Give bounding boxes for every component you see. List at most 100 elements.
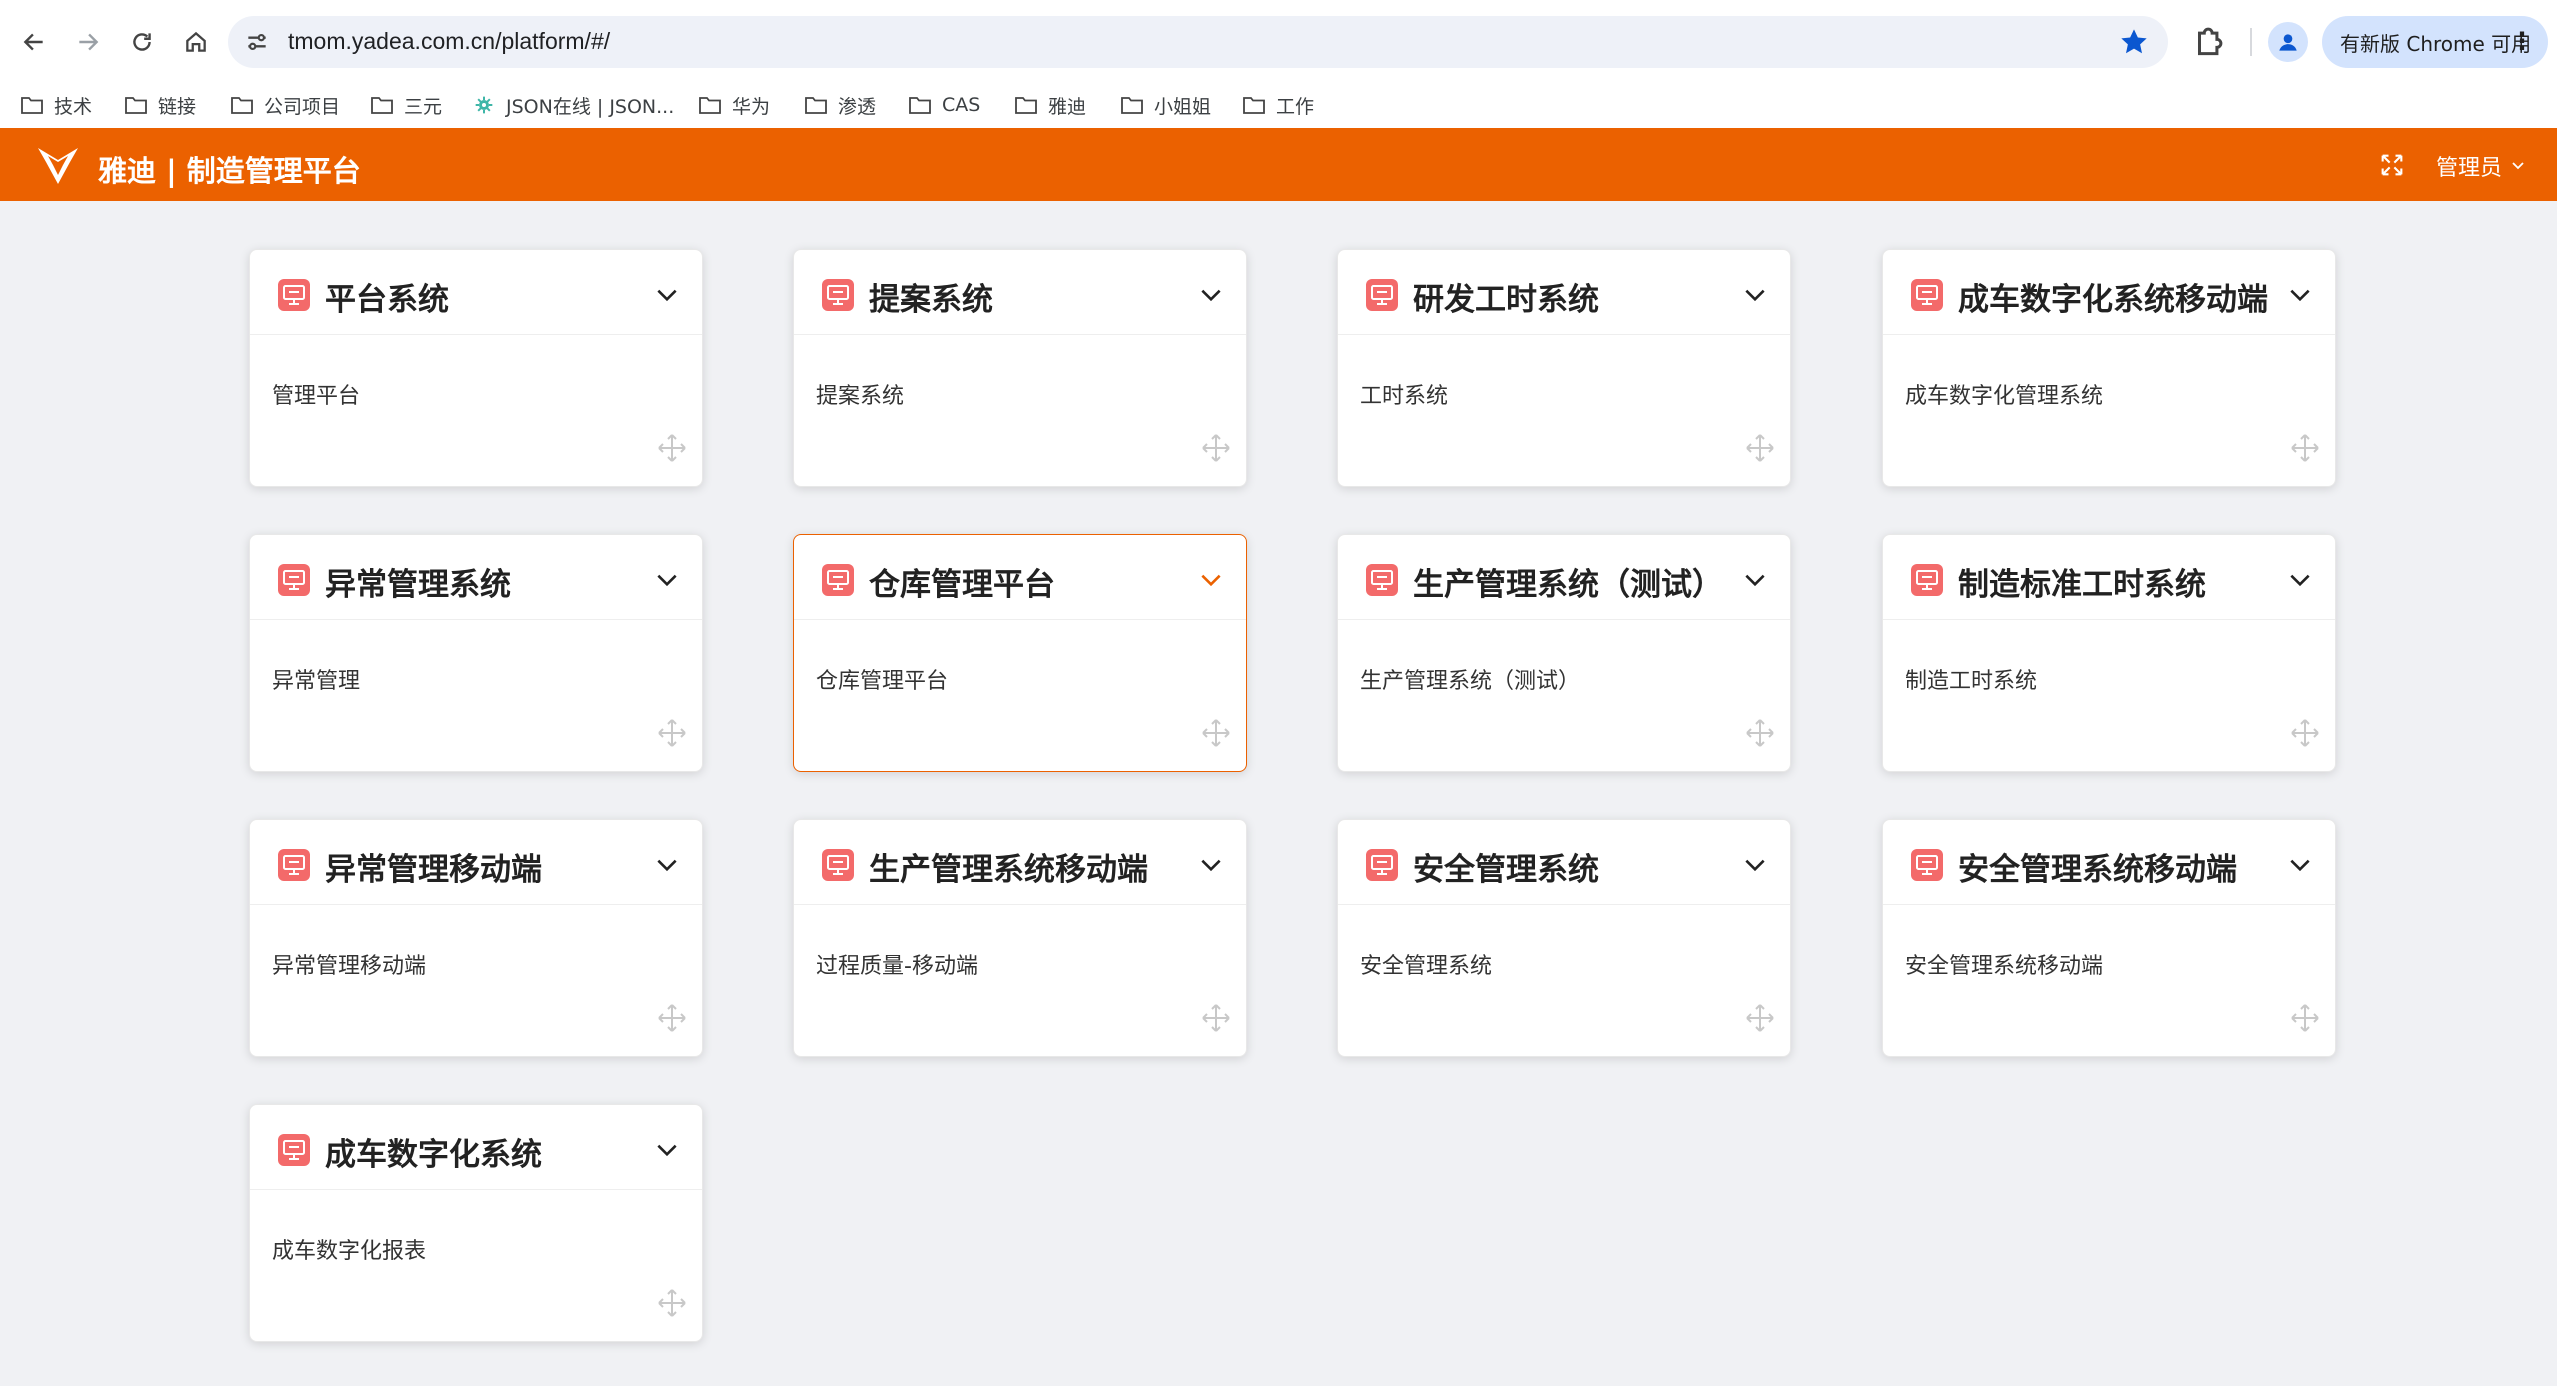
- system-card[interactable]: 制造标准工时系统 制造工时系统: [1882, 534, 2336, 772]
- yadea-logo-icon: [38, 148, 78, 184]
- chevron-down-icon[interactable]: [654, 852, 680, 878]
- card-app-link[interactable]: 仓库管理平台: [816, 663, 948, 695]
- card-header[interactable]: 异常管理移动端: [250, 820, 702, 905]
- chevron-down-icon[interactable]: [1742, 282, 1768, 308]
- system-card-active[interactable]: 仓库管理平台 仓库管理平台: [793, 534, 1247, 772]
- bookmark-item[interactable]: 小姐姐: [1120, 88, 1211, 122]
- drag-move-icon[interactable]: [1744, 432, 1776, 464]
- card-app-link[interactable]: 提案系统: [816, 378, 904, 410]
- card-app-link[interactable]: 成车数字化管理系统: [1905, 378, 2103, 410]
- drag-move-icon[interactable]: [1200, 432, 1232, 464]
- card-title: 提案系统: [869, 282, 993, 318]
- system-monitor-icon: [1911, 279, 1943, 311]
- system-card[interactable]: 成车数字化系统移动端 成车数字化管理系统: [1882, 249, 2336, 487]
- drag-move-icon[interactable]: [656, 1287, 688, 1319]
- fullscreen-icon[interactable]: [2378, 151, 2406, 179]
- chevron-down-icon[interactable]: [2287, 282, 2313, 308]
- card-header[interactable]: 安全管理系统: [1338, 820, 1790, 905]
- home-button[interactable]: [172, 18, 220, 66]
- card-app-link[interactable]: 工时系统: [1360, 378, 1448, 410]
- system-card[interactable]: 研发工时系统 工时系统: [1337, 249, 1791, 487]
- chrome-update-button[interactable]: 有新版 Chrome 可用 ⋮: [2322, 16, 2548, 68]
- chevron-down-icon[interactable]: [1742, 567, 1768, 593]
- bookmark-item[interactable]: 三元: [370, 88, 442, 122]
- system-card[interactable]: 安全管理系统 安全管理系统: [1337, 819, 1791, 1057]
- drag-move-icon[interactable]: [656, 432, 688, 464]
- bookmark-item[interactable]: 雅迪: [1014, 88, 1086, 122]
- card-header[interactable]: 制造标准工时系统: [1883, 535, 2335, 620]
- user-menu[interactable]: 管理员: [2436, 150, 2526, 182]
- drag-move-icon[interactable]: [656, 717, 688, 749]
- system-card[interactable]: 平台系统 管理平台: [249, 249, 703, 487]
- card-app-link[interactable]: 异常管理移动端: [272, 948, 426, 980]
- card-header[interactable]: 平台系统: [250, 250, 702, 335]
- chevron-down-icon[interactable]: [654, 282, 680, 308]
- system-card[interactable]: 生产管理系统移动端 过程质量-移动端: [793, 819, 1247, 1057]
- card-header[interactable]: 仓库管理平台: [794, 535, 1246, 620]
- drag-move-icon[interactable]: [1744, 717, 1776, 749]
- chrome-menu-icon[interactable]: ⋮: [2510, 27, 2534, 55]
- system-card[interactable]: 安全管理系统移动端 安全管理系统移动端: [1882, 819, 2336, 1057]
- card-header[interactable]: 生产管理系统（测试）: [1338, 535, 1790, 620]
- card-app-link[interactable]: 生产管理系统（测试）: [1360, 663, 1580, 695]
- drag-move-icon[interactable]: [2289, 717, 2321, 749]
- card-app-link[interactable]: 安全管理系统: [1360, 948, 1492, 980]
- system-card[interactable]: 成车数字化系统 成车数字化报表: [249, 1104, 703, 1342]
- drag-move-icon[interactable]: [2289, 432, 2321, 464]
- bookmark-star-icon[interactable]: [2118, 26, 2150, 58]
- system-card[interactable]: 提案系统 提案系统: [793, 249, 1247, 487]
- card-header[interactable]: 安全管理系统移动端: [1883, 820, 2335, 905]
- drag-move-icon[interactable]: [656, 1002, 688, 1034]
- card-header[interactable]: 成车数字化系统: [250, 1105, 702, 1190]
- card-title: 平台系统: [325, 282, 449, 318]
- card-header[interactable]: 成车数字化系统移动端: [1883, 250, 2335, 335]
- chevron-down-icon[interactable]: [1198, 567, 1224, 593]
- bookmark-item[interactable]: 华为: [698, 88, 770, 122]
- drag-move-icon[interactable]: [1744, 1002, 1776, 1034]
- profile-button[interactable]: [2268, 22, 2308, 62]
- chevron-down-icon[interactable]: [1198, 282, 1224, 308]
- bookmark-item[interactable]: JSON在线 | JSON...: [472, 88, 674, 122]
- chevron-down-icon[interactable]: [2287, 852, 2313, 878]
- bookmark-item[interactable]: 链接: [124, 88, 196, 122]
- system-monitor-icon: [1911, 564, 1943, 596]
- reload-button[interactable]: [118, 18, 166, 66]
- card-header[interactable]: 提案系统: [794, 250, 1246, 335]
- bookmark-label: 华为: [732, 95, 771, 118]
- card-app-link[interactable]: 成车数字化报表: [272, 1233, 426, 1265]
- card-header[interactable]: 异常管理系统: [250, 535, 702, 620]
- system-monitor-icon: [278, 564, 310, 596]
- chevron-down-icon[interactable]: [654, 567, 680, 593]
- drag-move-icon[interactable]: [2289, 1002, 2321, 1034]
- drag-move-icon[interactable]: [1200, 1002, 1232, 1034]
- extensions-puzzle-icon[interactable]: [2190, 22, 2228, 60]
- system-card[interactable]: 异常管理移动端 异常管理移动端: [249, 819, 703, 1057]
- card-app-link[interactable]: 管理平台: [272, 378, 360, 410]
- back-button[interactable]: [10, 18, 58, 66]
- chevron-down-icon[interactable]: [1198, 852, 1224, 878]
- bookmark-item[interactable]: CAS: [908, 88, 980, 122]
- system-card[interactable]: 异常管理系统 异常管理: [249, 534, 703, 772]
- system-card[interactable]: 生产管理系统（测试） 生产管理系统（测试）: [1337, 534, 1791, 772]
- card-app-link[interactable]: 安全管理系统移动端: [1905, 948, 2103, 980]
- card-header[interactable]: 生产管理系统移动端: [794, 820, 1246, 905]
- forward-button[interactable]: [64, 18, 112, 66]
- bookmark-label: 三元: [404, 95, 443, 118]
- bookmark-item[interactable]: 技术: [20, 88, 92, 122]
- url-text[interactable]: tmom.yadea.com.cn/platform/#/: [288, 28, 610, 55]
- bookmark-item[interactable]: 渗透: [804, 88, 876, 122]
- bookmark-item[interactable]: 公司项目: [230, 88, 340, 122]
- bookmark-item[interactable]: 工作: [1242, 88, 1314, 122]
- folder-icon: [909, 97, 931, 114]
- chevron-down-icon[interactable]: [2287, 567, 2313, 593]
- card-app-link[interactable]: 制造工时系统: [1905, 663, 2037, 695]
- chevron-down-icon[interactable]: [1742, 852, 1768, 878]
- address-bar[interactable]: tmom.yadea.com.cn/platform/#/: [228, 16, 2168, 68]
- card-app-link[interactable]: 异常管理: [272, 663, 360, 695]
- chevron-down-icon[interactable]: [654, 1137, 680, 1163]
- system-monitor-icon: [822, 849, 854, 881]
- card-app-link[interactable]: 过程质量-移动端: [816, 948, 978, 980]
- card-header[interactable]: 研发工时系统: [1338, 250, 1790, 335]
- drag-move-icon[interactable]: [1200, 717, 1232, 749]
- site-info-icon[interactable]: [244, 29, 270, 55]
